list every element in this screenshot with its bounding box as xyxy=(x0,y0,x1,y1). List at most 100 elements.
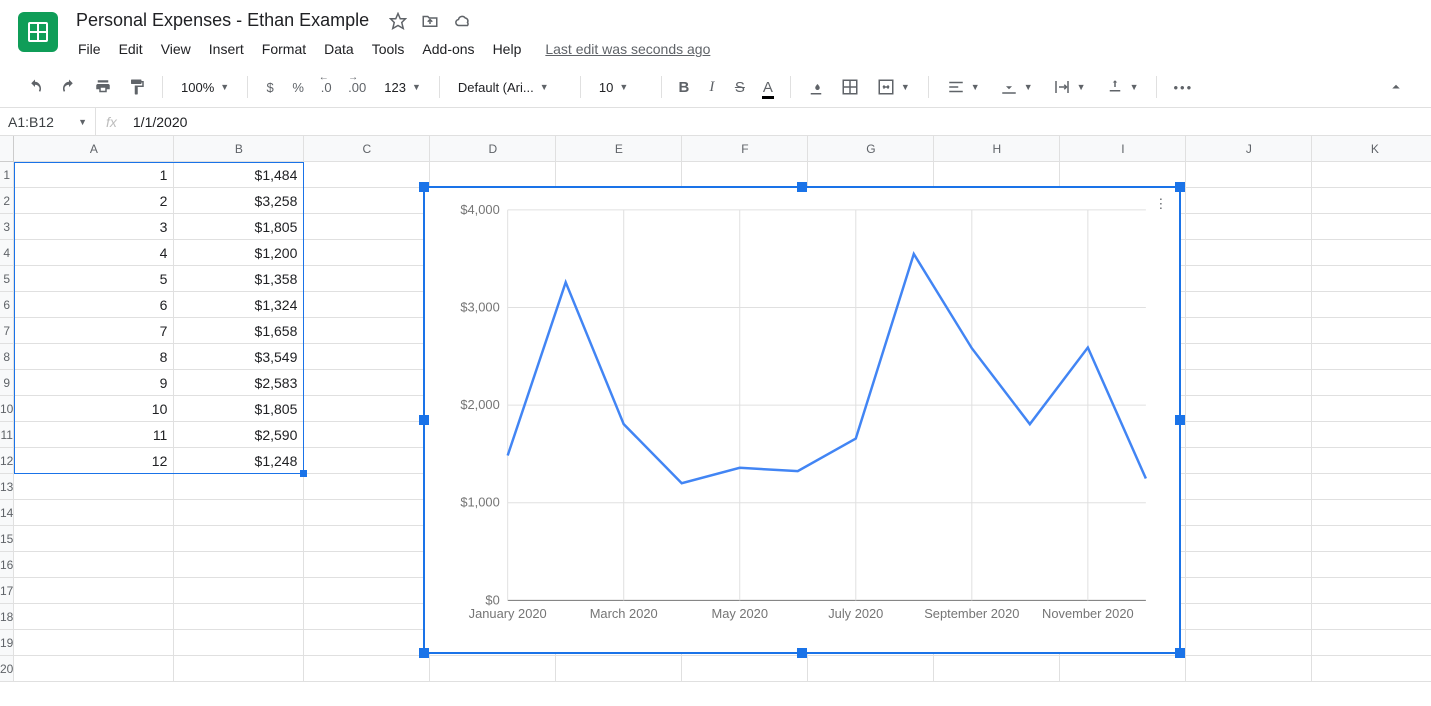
cell[interactable] xyxy=(1312,240,1431,266)
row-header[interactable]: 11 xyxy=(0,422,14,448)
cell[interactable]: 3 xyxy=(14,214,174,240)
sheets-logo[interactable] xyxy=(18,12,58,52)
horizontal-align-dropdown[interactable]: ▼ xyxy=(939,74,988,100)
cell[interactable] xyxy=(174,630,304,656)
font-size-dropdown[interactable]: 10▼ xyxy=(591,76,651,99)
cell[interactable] xyxy=(174,500,304,526)
cell[interactable] xyxy=(1186,500,1312,526)
cell[interactable] xyxy=(1186,214,1312,240)
cell[interactable] xyxy=(1186,266,1312,292)
menu-insert[interactable]: Insert xyxy=(201,37,252,61)
zoom-dropdown[interactable]: 100%▼ xyxy=(173,76,237,99)
cell[interactable]: 12 xyxy=(14,448,174,474)
cell[interactable] xyxy=(304,552,430,578)
column-header[interactable]: F xyxy=(682,136,808,162)
cell[interactable] xyxy=(556,656,682,682)
row-header[interactable]: 9 xyxy=(0,370,14,396)
cell[interactable] xyxy=(934,656,1060,682)
row-header[interactable]: 5 xyxy=(0,266,14,292)
row-header[interactable]: 3 xyxy=(0,214,14,240)
cell[interactable] xyxy=(304,500,430,526)
cell[interactable] xyxy=(1312,344,1431,370)
cell[interactable] xyxy=(304,578,430,604)
cell[interactable] xyxy=(1312,214,1431,240)
column-header[interactable]: C xyxy=(304,136,430,162)
cell[interactable] xyxy=(1186,344,1312,370)
cell[interactable] xyxy=(430,162,556,188)
cell[interactable]: 8 xyxy=(14,344,174,370)
cell[interactable] xyxy=(304,188,430,214)
cell[interactable]: $1,358 xyxy=(174,266,304,292)
cell[interactable] xyxy=(304,162,430,188)
cell[interactable] xyxy=(1312,578,1431,604)
document-title[interactable]: Personal Expenses - Ethan Example xyxy=(70,8,375,33)
column-header[interactable]: G xyxy=(808,136,934,162)
cell[interactable] xyxy=(14,630,174,656)
menu-tools[interactable]: Tools xyxy=(364,37,413,61)
column-header[interactable]: I xyxy=(1060,136,1186,162)
cell[interactable] xyxy=(1312,656,1431,682)
cell[interactable] xyxy=(1312,162,1431,188)
menu-file[interactable]: File xyxy=(70,37,109,61)
cell[interactable] xyxy=(1186,474,1312,500)
row-header[interactable]: 12 xyxy=(0,448,14,474)
collapse-toolbar-button[interactable] xyxy=(1381,73,1411,101)
row-header[interactable]: 4 xyxy=(0,240,14,266)
cell[interactable] xyxy=(1312,500,1431,526)
italic-button[interactable]: I xyxy=(700,73,724,101)
menu-data[interactable]: Data xyxy=(316,37,362,61)
cell[interactable] xyxy=(808,162,934,188)
cell[interactable] xyxy=(1186,188,1312,214)
cell[interactable] xyxy=(1186,240,1312,266)
cell[interactable] xyxy=(304,656,430,682)
cell[interactable] xyxy=(14,578,174,604)
move-icon[interactable] xyxy=(421,12,439,30)
cell[interactable]: 11 xyxy=(14,422,174,448)
cell[interactable] xyxy=(1312,552,1431,578)
row-header[interactable]: 1 xyxy=(0,162,14,188)
more-toolbar-button[interactable]: ••• xyxy=(1167,73,1199,101)
cell[interactable] xyxy=(1186,604,1312,630)
menu-addons[interactable]: Add-ons xyxy=(414,37,482,61)
cell[interactable] xyxy=(1186,578,1312,604)
cell[interactable]: $1,805 xyxy=(174,396,304,422)
cell[interactable] xyxy=(304,266,430,292)
cell[interactable] xyxy=(1312,630,1431,656)
row-header[interactable]: 6 xyxy=(0,292,14,318)
increase-decimal-button[interactable]: →.00 xyxy=(342,73,372,101)
cell[interactable] xyxy=(14,500,174,526)
fill-color-button[interactable] xyxy=(801,73,831,101)
redo-button[interactable] xyxy=(54,73,84,101)
cell[interactable] xyxy=(304,344,430,370)
cell[interactable] xyxy=(682,656,808,682)
column-header[interactable]: E xyxy=(556,136,682,162)
cell[interactable]: 9 xyxy=(14,370,174,396)
row-header[interactable]: 19 xyxy=(0,630,14,656)
row-header[interactable]: 18 xyxy=(0,604,14,630)
cell[interactable] xyxy=(304,526,430,552)
more-formats-dropdown[interactable]: 123▼ xyxy=(376,76,429,99)
font-dropdown[interactable]: Default (Ari...▼ xyxy=(450,76,570,99)
cell[interactable] xyxy=(1312,474,1431,500)
cell[interactable] xyxy=(174,474,304,500)
text-color-button[interactable]: A xyxy=(756,73,780,101)
row-header[interactable]: 10 xyxy=(0,396,14,422)
format-percent-button[interactable]: % xyxy=(286,73,310,101)
row-header[interactable]: 17 xyxy=(0,578,14,604)
cell[interactable] xyxy=(304,604,430,630)
cell[interactable] xyxy=(304,214,430,240)
cell[interactable] xyxy=(1060,656,1186,682)
cell[interactable] xyxy=(174,656,304,682)
row-header[interactable]: 7 xyxy=(0,318,14,344)
cell[interactable]: $3,258 xyxy=(174,188,304,214)
cell[interactable] xyxy=(1186,552,1312,578)
cell[interactable] xyxy=(1312,292,1431,318)
cell[interactable] xyxy=(1312,448,1431,474)
cell[interactable] xyxy=(1186,370,1312,396)
cell[interactable] xyxy=(174,604,304,630)
cell[interactable] xyxy=(682,162,808,188)
cell[interactable]: $1,324 xyxy=(174,292,304,318)
paint-format-button[interactable] xyxy=(122,73,152,101)
cell[interactable] xyxy=(1312,370,1431,396)
formula-bar[interactable]: 1/1/2020 xyxy=(127,114,194,130)
